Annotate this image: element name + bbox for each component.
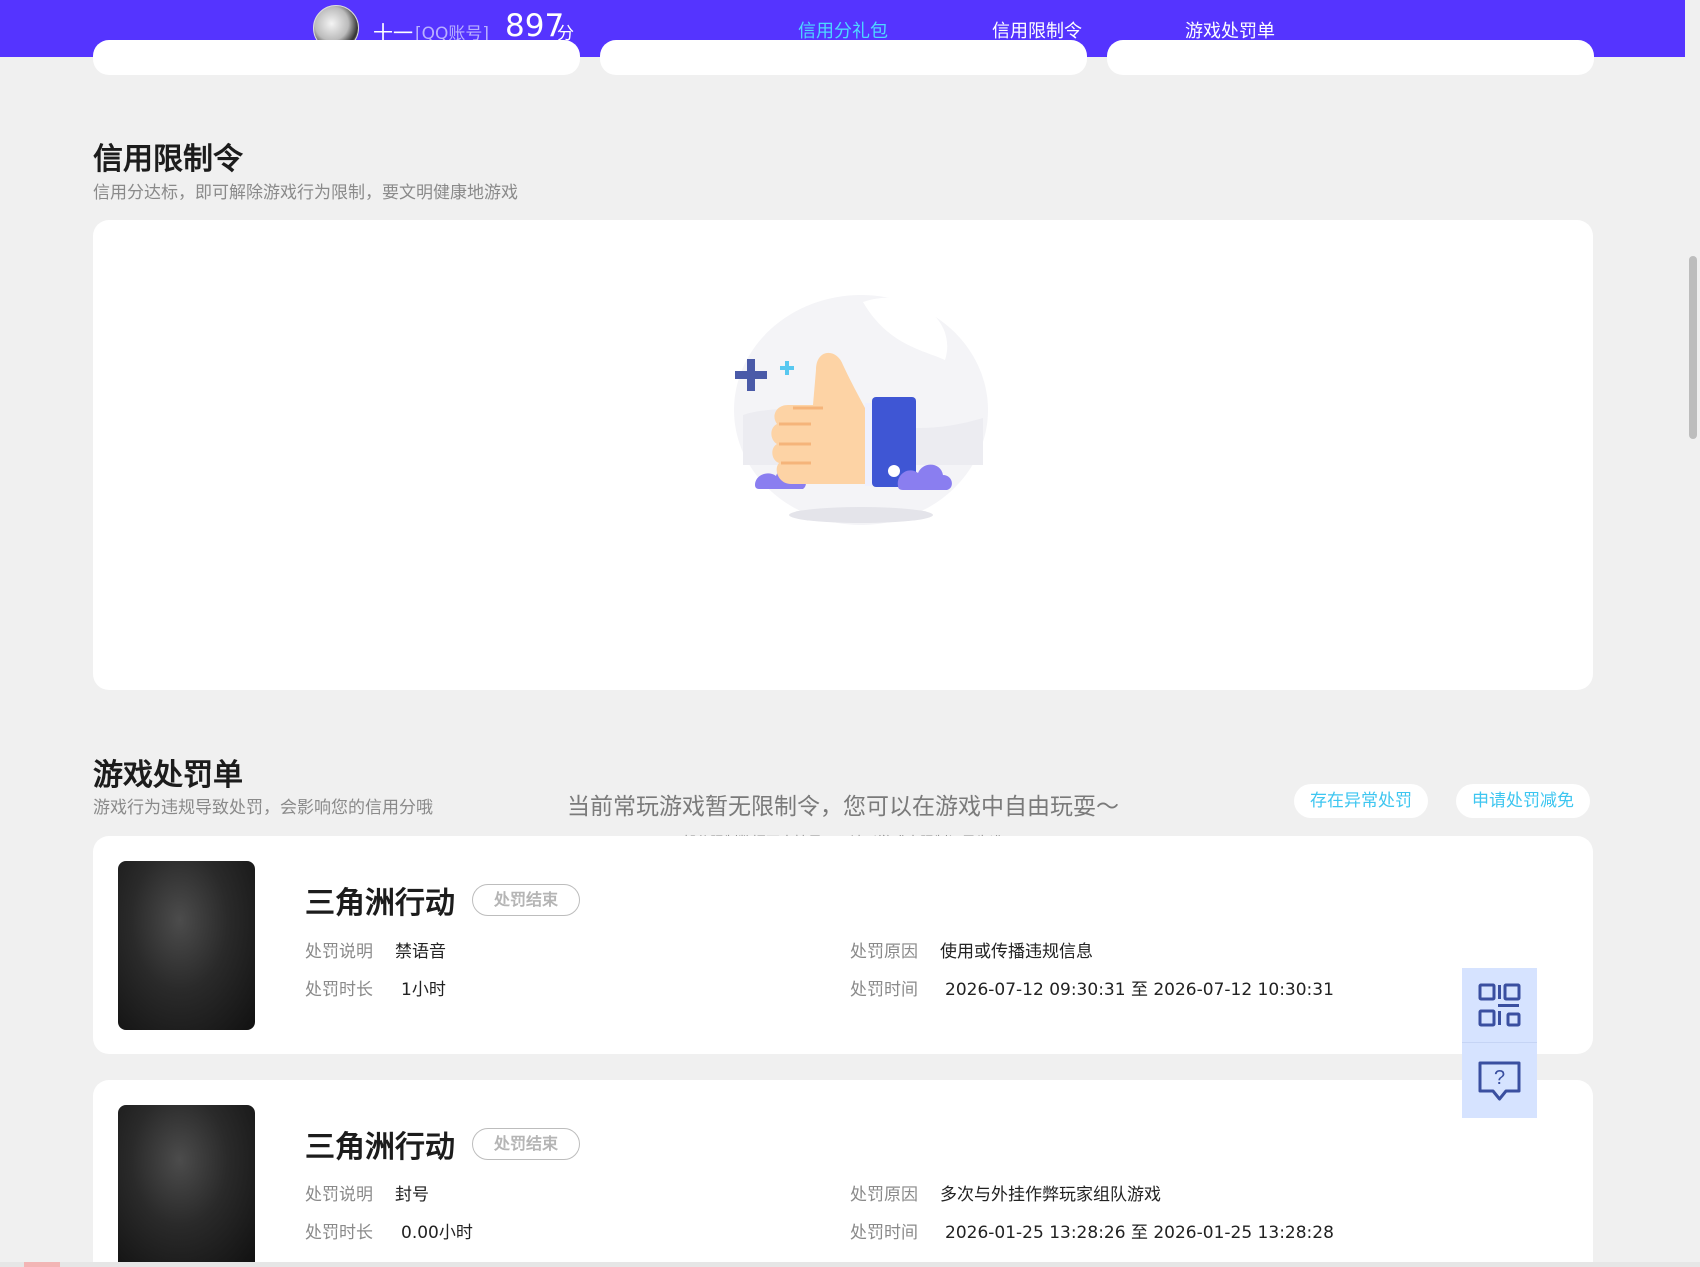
help-chat-icon: ? — [1478, 1061, 1521, 1101]
penalty-reason-value: 使用或传播违规信息 — [940, 942, 1093, 962]
penalty-desc-label: 处罚说明 — [305, 1185, 373, 1205]
penalty-time-label: 处罚时间 — [850, 1223, 918, 1243]
penalty-duration-label: 处罚时长 — [305, 1223, 373, 1243]
penalty-desc-value: 封号 — [395, 1185, 429, 1205]
penalty-duration-value: 1小时 — [401, 980, 446, 1000]
restriction-empty-card: 当前常玩游戏暂无限制令，您可以在游戏中自由玩耍～ 部分限制数据不支持显示，请以游… — [93, 220, 1593, 851]
penalty-time-value: 2026-01-25 13:28:26 至 2026-01-25 13:28:2… — [945, 1223, 1334, 1243]
penalty-time-label: 处罚时间 — [850, 980, 918, 1000]
help-button[interactable]: ? — [1462, 1043, 1537, 1118]
game-name: 三角洲行动 — [305, 1130, 455, 1165]
gift-card[interactable] — [600, 40, 1087, 75]
svg-text:?: ? — [1494, 1067, 1505, 1089]
gift-card[interactable] — [1107, 40, 1594, 75]
game-cover-image — [118, 861, 255, 1030]
game-name: 三角洲行动 — [305, 886, 455, 921]
qr-code-icon — [1478, 983, 1521, 1027]
penalty-desc-label: 处罚说明 — [305, 942, 373, 962]
penalty-desc-value: 禁语音 — [395, 942, 446, 962]
penalty-reason-label: 处罚原因 — [850, 1185, 918, 1205]
apply-penalty-reduction-button[interactable]: 申请处罚减免 — [1456, 784, 1590, 818]
scrollbar-track[interactable] — [1685, 0, 1700, 1267]
penalty-reason-label: 处罚原因 — [850, 942, 918, 962]
scrollbar-thumb[interactable] — [1689, 256, 1697, 439]
penalty-card[interactable]: 三角洲行动 处罚结束 处罚说明 封号 处罚时长 0.00小时 处罚原因 多次与外… — [93, 1080, 1593, 1262]
bottom-marker — [24, 1262, 60, 1267]
penalty-time-value: 2026-07-12 09:30:31 至 2026-07-12 10:30:3… — [945, 980, 1334, 1000]
floating-tool-panel: ? — [1462, 968, 1537, 1118]
status-badge: 处罚结束 — [472, 1128, 580, 1160]
penalty-reason-value: 多次与外挂作弊玩家组队游戏 — [940, 1185, 1161, 1205]
section-title-penalty: 游戏处罚单 — [93, 758, 243, 793]
section-subtitle-penalty: 游戏行为违规导致处罚，会影响您的信用分哦 — [93, 798, 433, 818]
gift-card[interactable] — [93, 40, 580, 75]
bottom-edge — [0, 1262, 1700, 1267]
section-title-restriction: 信用限制令 — [93, 142, 243, 177]
penalty-card[interactable]: 三角洲行动 处罚结束 处罚说明 禁语音 处罚时长 1小时 处罚原因 使用或传播违… — [93, 836, 1593, 1054]
status-badge: 处罚结束 — [472, 884, 580, 916]
penalty-duration-value: 0.00小时 — [401, 1223, 473, 1243]
penalty-duration-label: 处罚时长 — [305, 980, 373, 1000]
credit-score: 897 — [505, 8, 565, 44]
section-subtitle-restriction: 信用分达标，即可解除游戏行为限制，要文明健康地游戏 — [93, 183, 518, 203]
qr-code-button[interactable] — [1462, 968, 1537, 1043]
abnormal-penalty-button[interactable]: 存在异常处罚 — [1294, 784, 1428, 818]
game-cover-image — [118, 1105, 255, 1262]
thumbs-up-illustration — [734, 295, 988, 525]
